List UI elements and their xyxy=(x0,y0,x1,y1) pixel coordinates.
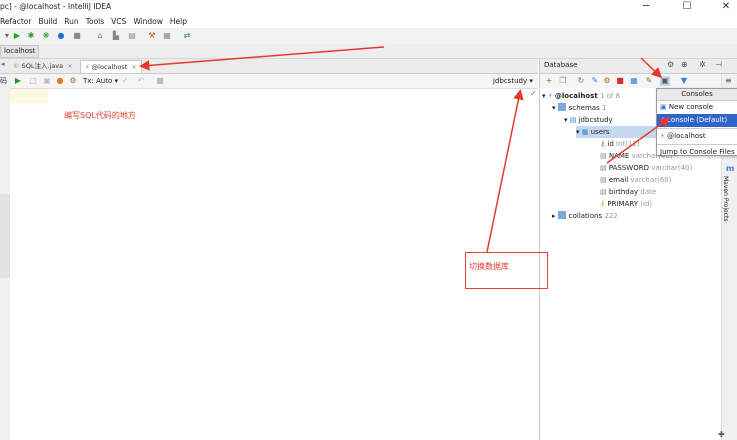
arrow-to-console-button xyxy=(640,57,663,79)
arrow-to-schema-switcher xyxy=(486,89,524,253)
arrow-to-default-console xyxy=(606,117,671,164)
resize-grip-icon[interactable]: ✚ xyxy=(718,430,725,439)
arrow-to-tab xyxy=(139,46,385,71)
annotation-arrows xyxy=(139,46,671,253)
